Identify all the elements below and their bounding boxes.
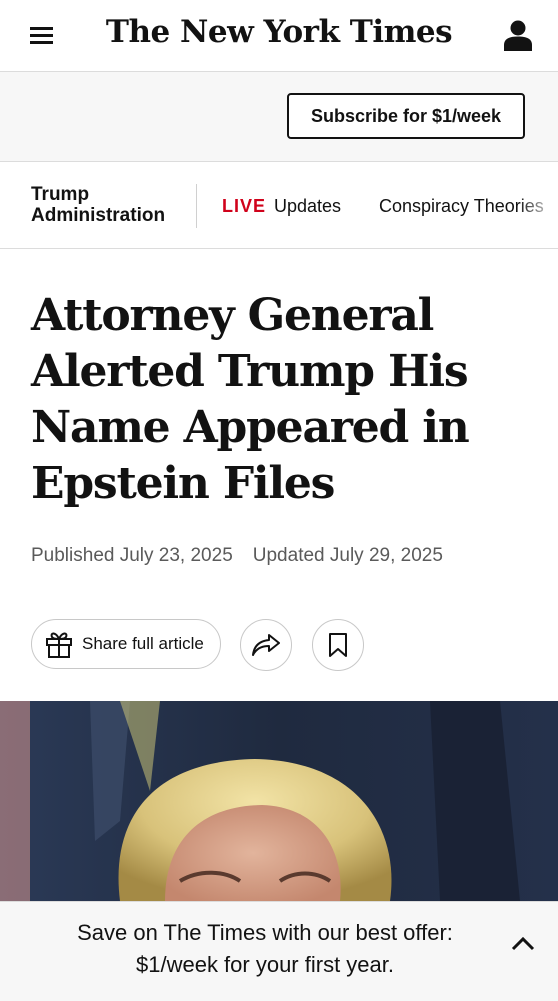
share-full-article-button[interactable]: Share full article bbox=[31, 619, 221, 669]
live-updates-label: Updates bbox=[274, 196, 342, 216]
share-arrow-icon bbox=[252, 634, 280, 656]
gift-icon bbox=[46, 632, 72, 658]
offer-banner[interactable]: Save on The Times with our best offer: $… bbox=[0, 901, 558, 1001]
nav-divider bbox=[196, 184, 197, 228]
offer-line-2: $1/week for your first year. bbox=[136, 952, 394, 977]
subscribe-button[interactable]: Subscribe for $1/week bbox=[287, 93, 525, 139]
share-label: Share full article bbox=[82, 634, 204, 653]
lead-photo-illustration bbox=[0, 701, 558, 901]
chevron-up-icon[interactable] bbox=[510, 934, 536, 952]
nav-fade bbox=[518, 162, 558, 248]
bookmark-icon bbox=[329, 633, 347, 657]
nyt-logo[interactable]: The New York Times bbox=[0, 14, 558, 50]
live-tag: LIVE bbox=[222, 196, 267, 216]
offer-line-1: Save on The Times with our best offer: bbox=[77, 920, 453, 945]
live-updates-link[interactable]: LIVE Updates bbox=[222, 196, 341, 217]
section-title[interactable]: Trump Administration bbox=[31, 184, 181, 226]
save-button[interactable] bbox=[312, 619, 364, 671]
account-icon[interactable] bbox=[504, 19, 532, 51]
share-button[interactable] bbox=[240, 619, 292, 671]
article-headline: Attorney General Alerted Trump His Name … bbox=[31, 290, 470, 509]
published-date: Published July 23, 2025 bbox=[31, 545, 233, 566]
masthead: The New York Times bbox=[0, 0, 558, 72]
lead-photo[interactable] bbox=[0, 701, 558, 901]
subscribe-band: Subscribe for $1/week bbox=[0, 72, 558, 162]
section-nav: Trump Administration LIVE Updates Conspir… bbox=[0, 162, 558, 249]
article-dates: Published July 23, 2025 Updated July 29, … bbox=[31, 545, 443, 567]
updated-date: Updated July 29, 2025 bbox=[252, 545, 443, 566]
